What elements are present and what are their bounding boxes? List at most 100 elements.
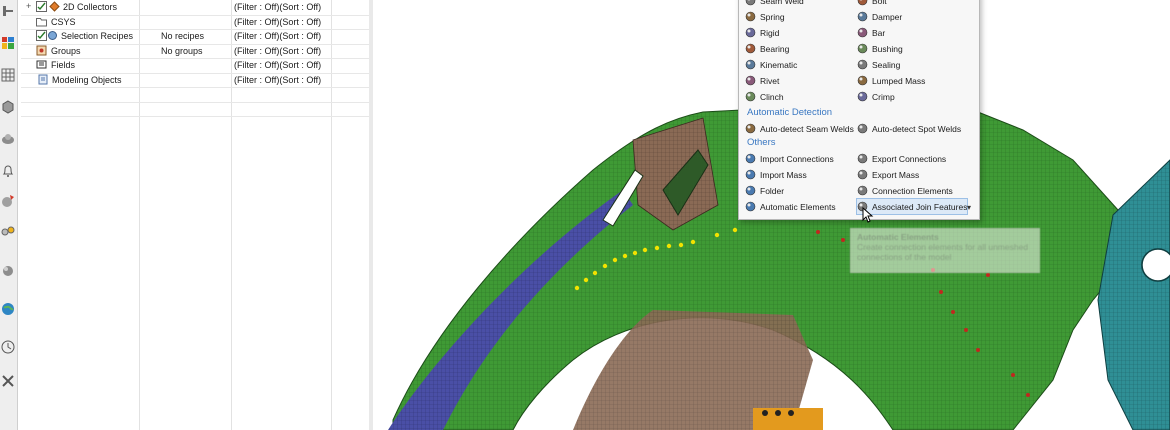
menu-item-label: Spring (760, 11, 785, 22)
import-mass-icon (745, 169, 756, 180)
tree-row-count: No recipes (161, 31, 205, 41)
menu-item-label: Export Connections (872, 153, 947, 164)
folder-icon (745, 185, 756, 196)
colorful-grid-icon[interactable] (1, 36, 15, 50)
export-connections-icon (857, 153, 868, 164)
clinch-icon (745, 91, 756, 102)
lumped-mass-icon (857, 75, 868, 86)
bracket-hole (1141, 248, 1170, 282)
bar-icon (857, 27, 868, 38)
damper-icon (857, 11, 868, 22)
menu-item-label: Clinch (760, 91, 784, 102)
menu-item-label: Rivet (760, 75, 780, 86)
menu-item-label: Bearing (760, 43, 790, 54)
rivet-icon (745, 75, 756, 86)
tree-row-selection-recipes[interactable]: Selection Recipes No recipes (Filter : O… (21, 29, 369, 45)
auto-detect-spot-welds-icon (857, 123, 868, 134)
menu-item-connection-elements[interactable]: Connection Elements (857, 183, 953, 198)
menu-item-kinematic[interactable]: Kinematic (745, 57, 797, 72)
menu-item-label: Bolt (872, 0, 887, 6)
menu-item-rivet[interactable]: Rivet (745, 73, 779, 88)
menu-item-label: Associated Join Features (872, 201, 968, 212)
wrench-cross-icon[interactable] (1, 4, 15, 18)
left-toolbar (0, 0, 18, 430)
menu-item-label: Bar (872, 27, 886, 38)
tree-row-2d-collectors[interactable]: + 2D Collectors (Filter : Off)(Sort : Of… (21, 0, 369, 16)
rigid-icon (745, 27, 756, 38)
cube-icon[interactable] (1, 100, 15, 114)
collector-icon (49, 1, 60, 12)
tree-row-label: Fields (51, 60, 76, 70)
menu-item-label: Connection Elements (872, 185, 953, 196)
bushing-icon (857, 43, 868, 54)
menu-item-bushing[interactable]: Bushing (857, 41, 903, 56)
menu-item-label: Import Connections (760, 153, 834, 164)
menu-item-spring[interactable]: Spring (745, 9, 785, 24)
rigid-icon[interactable] (1, 224, 15, 238)
menu-item-lumped-mass[interactable]: Lumped Mass (857, 73, 925, 88)
menu-item-label: Automatic Elements (760, 201, 836, 212)
menu-item-clinch[interactable]: Clinch (745, 89, 784, 104)
menu-item-seam-weld[interactable]: Seam Weld (745, 0, 804, 8)
part-icon[interactable] (1, 132, 15, 146)
menu-item-bolt[interactable]: Bolt (857, 0, 887, 8)
tree-row-csys[interactable]: CSYS (Filter : Off)(Sort : Off) (21, 15, 369, 30)
automatic-elements-icon (745, 201, 756, 212)
tools-icon[interactable] (1, 374, 15, 388)
menu-item-label: Bushing (872, 43, 903, 54)
menu-item-export-connections[interactable]: Export Connections (857, 151, 946, 166)
bell-icon[interactable] (1, 164, 15, 178)
menu-item-crimp[interactable]: Crimp (857, 89, 895, 104)
menu-item-label: Crimp (872, 91, 895, 102)
menu-item-label: Auto-detect Spot Welds (872, 123, 962, 134)
kinematic-icon (745, 59, 756, 70)
tree-row-filter: (Filter : Off)(Sort : Off) (234, 74, 322, 85)
menu-item-export-mass[interactable]: Export Mass (857, 167, 919, 182)
globe-icon[interactable] (1, 302, 15, 316)
connections-menu: Seam Weld Bolt Spring Damper Rigid Bar Bearing… (738, 0, 980, 220)
tree-row-filter: (Filter : Off)(Sort : Off) (234, 60, 322, 70)
tree-row-fields[interactable]: Fields (Filter : Off)(Sort : Off) (21, 58, 369, 74)
model-browser: + 2D Collectors (Filter : Off)(Sort : Of… (21, 0, 370, 430)
tree-row-label: Groups (51, 45, 81, 56)
tree-row-label: 2D Collectors (63, 2, 118, 12)
menu-item-damper[interactable]: Damper (857, 9, 902, 24)
grid-icon[interactable] (1, 68, 15, 82)
checkbox-icon[interactable] (36, 30, 47, 41)
menu-item-label: Export Mass (872, 169, 920, 180)
crimp-icon (857, 91, 868, 102)
mouse-cursor-icon (862, 207, 874, 223)
menu-item-bar[interactable]: Bar (857, 25, 885, 40)
tooltip-title: Automatic Elements (857, 232, 939, 242)
menu-scroll-down-icon[interactable]: ▾ (967, 203, 971, 212)
tree-row-count: No groups (161, 45, 203, 56)
menu-item-automatic-elements[interactable]: Automatic Elements (745, 199, 836, 214)
tree-row-filter: (Filter : Off)(Sort : Off) (234, 31, 322, 41)
clock-icon[interactable] (1, 340, 15, 354)
menu-item-auto-detect-spot-welds[interactable]: Auto-detect Spot Welds (857, 121, 961, 136)
tree-row-label: CSYS (51, 16, 76, 27)
menu-item-folder[interactable]: Folder (745, 183, 784, 198)
checkbox-icon[interactable] (36, 1, 47, 12)
spring-icon (745, 11, 756, 22)
menu-item-import-connections[interactable]: Import Connections (745, 151, 834, 166)
menu-item-sealing[interactable]: Sealing (857, 57, 900, 72)
menu-item-import-mass[interactable]: Import Mass (745, 167, 807, 182)
tree-row-empty (21, 87, 369, 103)
expand-toggle-icon[interactable]: + (26, 1, 31, 11)
section-heading-automatic-detection: Automatic Detection (747, 107, 833, 118)
menu-item-bearing[interactable]: Bearing (745, 41, 789, 56)
section-heading-others: Others (747, 137, 776, 148)
menu-item-auto-detect-seam-welds[interactable]: Auto-detect Seam Welds (745, 121, 854, 136)
tree-row-groups[interactable]: Groups No groups (Filter : Off)(Sort : O… (21, 44, 369, 59)
import-connections-icon (745, 153, 756, 164)
menu-item-label: Kinematic (760, 59, 798, 70)
menu-item-label: Sealing (872, 59, 901, 70)
tree-row-modeling-objects[interactable]: Modeling Objects (Filter : Off)(Sort : O… (21, 73, 369, 88)
menu-item-label: Seam Weld (760, 0, 804, 6)
sphere-icon[interactable] (1, 264, 15, 278)
tree-row-label: Selection Recipes (61, 31, 134, 41)
connector-icon[interactable] (1, 194, 15, 208)
menu-item-rigid[interactable]: Rigid (745, 25, 779, 40)
menu-item-label: Import Mass (760, 169, 807, 180)
